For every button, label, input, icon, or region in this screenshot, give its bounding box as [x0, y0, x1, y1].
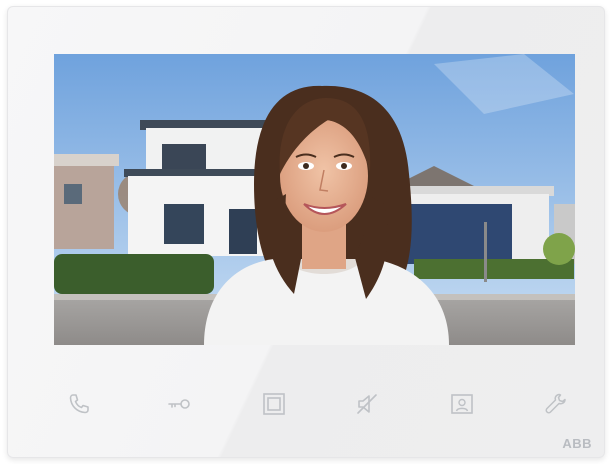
portrait-icon — [451, 394, 473, 414]
phone-icon — [69, 394, 89, 414]
video-screen[interactable] — [54, 54, 575, 345]
surveillance-button[interactable] — [442, 382, 482, 426]
mute-icon — [357, 394, 377, 414]
settings-button[interactable] — [536, 382, 576, 426]
brand-logo: ABB — [562, 436, 592, 451]
key-icon — [168, 399, 190, 409]
unlock-door-button[interactable] — [159, 382, 199, 426]
camera-image — [54, 54, 575, 345]
square-frame-icon — [263, 393, 285, 415]
video-intercom-panel: ABB — [7, 6, 605, 458]
mute-button[interactable] — [347, 382, 387, 426]
control-button-row — [54, 382, 575, 426]
call-button[interactable] — [59, 382, 99, 426]
wrench-icon — [545, 393, 566, 414]
home-button[interactable] — [254, 382, 294, 426]
